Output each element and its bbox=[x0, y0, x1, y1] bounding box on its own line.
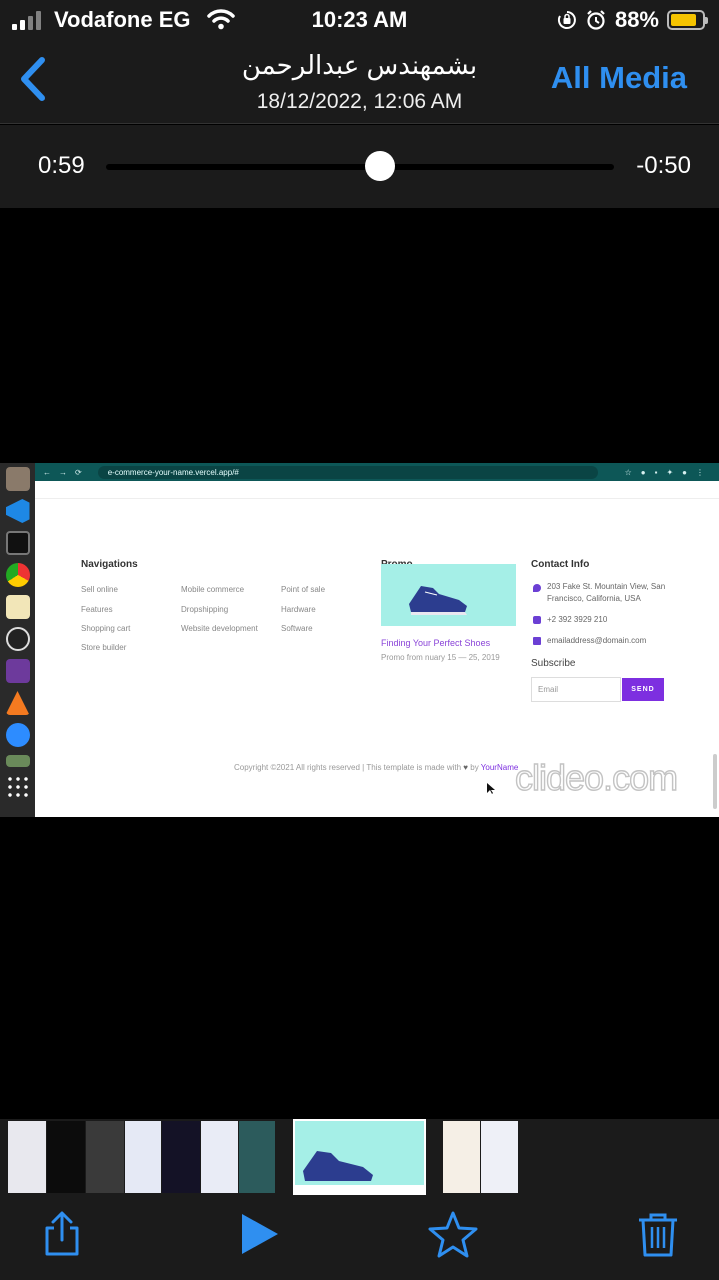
desktop-dock bbox=[0, 463, 35, 817]
video-scrubber: 0:59 -0:50 bbox=[0, 125, 719, 208]
page-scrollbar bbox=[713, 754, 717, 809]
play-icon[interactable] bbox=[238, 1210, 282, 1258]
filmstrip-thumbnail-current[interactable] bbox=[293, 1119, 426, 1195]
remaining-time: -0:50 bbox=[636, 152, 691, 179]
mouse-cursor-icon bbox=[487, 783, 495, 794]
battery-percent: 88% bbox=[614, 7, 659, 32]
nav-link: Store builder bbox=[81, 643, 127, 652]
obs-icon bbox=[5, 627, 30, 651]
video-editor-icon bbox=[5, 659, 30, 683]
text-editor-icon bbox=[5, 595, 30, 619]
chrome-icon bbox=[5, 563, 30, 587]
filmstrip-thumbnail[interactable] bbox=[162, 1121, 200, 1193]
filmstrip-thumbnail[interactable] bbox=[8, 1121, 46, 1193]
location-icon bbox=[533, 584, 541, 592]
nav-link: Mobile commerce bbox=[181, 585, 245, 594]
filmstrip-thumbnail[interactable] bbox=[125, 1121, 161, 1193]
nav-link: Features bbox=[81, 605, 113, 614]
nav-link: Software bbox=[281, 624, 313, 633]
elapsed-time: 0:59 bbox=[38, 152, 85, 179]
header: بشمهندس عبدالرحمن 18/12/2022, 12:06 AM A… bbox=[0, 40, 719, 124]
vlc-icon bbox=[5, 691, 30, 715]
contact-heading: Contact Info bbox=[531, 559, 590, 570]
nav-link: Hardware bbox=[281, 605, 316, 614]
filmstrip-thumbnail[interactable] bbox=[481, 1121, 518, 1193]
copyright-text: Copyright ©2021 All rights reserved | Th… bbox=[234, 763, 462, 772]
photos-video-viewer: Vodafone EG 10:23 AM 88% بشمهندس عبدالرح… bbox=[0, 0, 719, 1280]
page-top-strip bbox=[35, 481, 719, 499]
shoe-icon bbox=[409, 586, 467, 615]
favorite-star-icon[interactable] bbox=[427, 1210, 479, 1258]
alarm-icon bbox=[587, 10, 605, 30]
status-bar: Vodafone EG 10:23 AM 88% bbox=[0, 0, 719, 40]
nav-link: Website development bbox=[181, 624, 258, 633]
clideo-watermark: clideo.com bbox=[514, 756, 678, 798]
terminal-icon bbox=[5, 531, 30, 555]
files-icon bbox=[5, 467, 30, 491]
scrubber-track[interactable] bbox=[106, 164, 614, 170]
promo-subtitle: Promo from nuary 15 — 25, 2019 bbox=[381, 653, 500, 662]
scrubber-handle[interactable] bbox=[365, 151, 395, 181]
contact-phone: +2 392 3929 210 bbox=[547, 615, 608, 624]
trash-icon[interactable] bbox=[636, 1210, 680, 1258]
money-icon bbox=[5, 755, 30, 767]
browser-extension-icons: ☆●▪✦●⋮ bbox=[624, 467, 713, 477]
send-button: SEND bbox=[622, 678, 664, 701]
filmstrip-thumbnail[interactable] bbox=[239, 1121, 275, 1193]
nav-link: Sell online bbox=[81, 585, 118, 594]
contact-email: emailaddress@domain.com bbox=[547, 636, 647, 645]
filmstrip-thumbnail[interactable] bbox=[47, 1121, 85, 1193]
url-bar: e-commerce-your-name.vercel.app/# bbox=[97, 465, 598, 479]
zoom-icon bbox=[5, 723, 30, 747]
phone-icon bbox=[533, 616, 541, 624]
bottom-toolbar bbox=[0, 1195, 719, 1280]
browser-nav-icons: ←→⟳ bbox=[43, 467, 90, 477]
mail-icon bbox=[533, 637, 541, 645]
copyright-line: Copyright ©2021 All rights reserved | Th… bbox=[234, 763, 518, 772]
nav-link: Point of sale bbox=[281, 585, 326, 594]
share-icon[interactable] bbox=[40, 1210, 84, 1258]
battery-icon bbox=[667, 10, 708, 30]
filmstrip-thumbnail[interactable] bbox=[443, 1121, 480, 1193]
promo-shoe-image bbox=[381, 564, 516, 626]
filmstrip[interactable] bbox=[0, 1119, 719, 1195]
shoe-icon bbox=[295, 1151, 424, 1193]
copyright-name: YourName bbox=[480, 763, 519, 772]
nav-link: Dropshipping bbox=[181, 605, 229, 614]
contact-address: 203 Fake St. Mountain View, San Francisc… bbox=[547, 581, 665, 605]
heart-icon: ♥ bbox=[463, 763, 469, 772]
browser-toolbar: ←→⟳ e-commerce-your-name.vercel.app/# ☆●… bbox=[35, 463, 719, 481]
all-media-button[interactable]: All Media bbox=[551, 60, 687, 96]
copyright-by: by bbox=[470, 763, 479, 772]
filmstrip-thumbnail[interactable] bbox=[86, 1121, 124, 1193]
nav-link: Shopping cart bbox=[81, 624, 131, 633]
vscode-icon bbox=[5, 499, 30, 523]
webpage-footer: Navigations Sell online Features Shoppin… bbox=[35, 481, 719, 817]
filmstrip-thumbnail[interactable] bbox=[201, 1121, 238, 1193]
address-line: 203 Fake St. Mountain View, San bbox=[547, 582, 666, 591]
app-grid-icon bbox=[5, 775, 30, 799]
orientation-lock-icon bbox=[557, 11, 576, 29]
subscribe-heading: Subscribe bbox=[531, 658, 576, 669]
address-line: Francisco, California, USA bbox=[547, 594, 641, 603]
subscribe-email-input: Email bbox=[531, 677, 621, 702]
status-right: 88% bbox=[557, 7, 708, 33]
video-frame[interactable]: ←→⟳ e-commerce-your-name.vercel.app/# ☆●… bbox=[0, 463, 719, 817]
navigations-heading: Navigations bbox=[81, 559, 138, 570]
promo-link: Finding Your Perfect Shoes bbox=[381, 638, 491, 648]
